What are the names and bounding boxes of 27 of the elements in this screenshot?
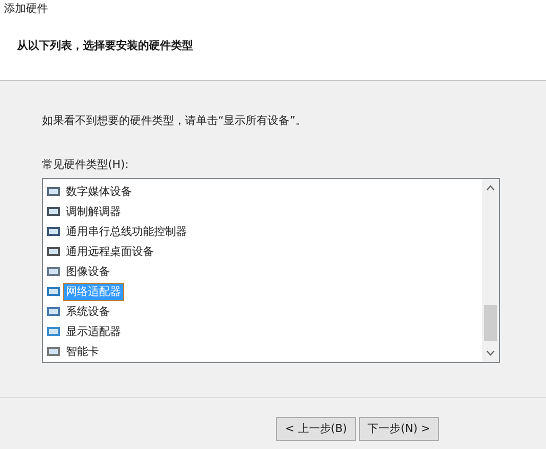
device-icon bbox=[46, 285, 62, 299]
list-item[interactable]: 通用串行总线功能控制器 bbox=[64, 224, 189, 240]
scroll-down-icon[interactable] bbox=[486, 350, 495, 356]
list-item[interactable]: 智能卡 bbox=[64, 344, 101, 360]
hint-text: 如果看不到想要的硬件类型，请单击“显示所有设备”。 bbox=[42, 113, 306, 129]
device-icon bbox=[46, 225, 62, 239]
device-icon bbox=[46, 345, 62, 359]
list-item[interactable]: 图像设备 bbox=[64, 264, 112, 280]
nav-button[interactable]: < 上一步(B) bbox=[276, 417, 356, 441]
scroll-thumb[interactable] bbox=[484, 305, 497, 341]
scrollbar[interactable] bbox=[482, 179, 499, 362]
list-item[interactable]: 通用远程桌面设备 bbox=[64, 244, 156, 260]
device-icon bbox=[46, 265, 62, 279]
window-title: 添加硬件 bbox=[3, 1, 49, 17]
nav-button[interactable]: 下一步(N) > bbox=[359, 417, 439, 441]
list-label: 常见硬件类型(H): bbox=[42, 156, 129, 172]
device-icon bbox=[46, 245, 62, 259]
page-heading: 从以下列表，选择要安装的硬件类型 bbox=[17, 38, 193, 54]
list-item[interactable]: 显示适配器 bbox=[64, 324, 123, 340]
device-icon bbox=[46, 305, 62, 319]
device-icon bbox=[46, 185, 62, 199]
list-item[interactable]: 系统设备 bbox=[64, 304, 112, 320]
list-item[interactable]: 调制解调器 bbox=[64, 204, 123, 220]
scroll-up-icon[interactable] bbox=[486, 185, 495, 191]
list-item[interactable]: 数字媒体设备 bbox=[64, 184, 134, 200]
device-icon bbox=[46, 205, 62, 219]
device-icon bbox=[46, 325, 62, 339]
